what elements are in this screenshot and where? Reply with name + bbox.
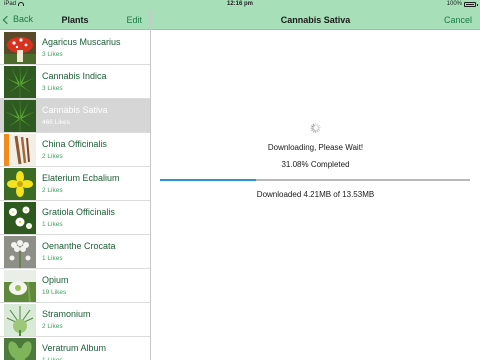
plant-list-item[interactable]: Stramonium 2 Likes [0,303,150,337]
plant-thumbnail [4,270,36,302]
plant-name: Cannabis Sativa [42,105,108,115]
plant-likes: 3 Likes [42,51,63,58]
download-progress-bar [160,179,470,181]
plant-name: Veratrum Album [42,343,107,353]
plant-name: Stramonium [42,309,91,319]
detail-title: Cannabis Sativa [280,15,351,25]
plant-list-item[interactable]: Cannabis Sativa 466 Likes [0,99,150,133]
loading-spinner-icon [310,123,321,133]
plant-thumbnail [4,32,36,64]
download-percent: 31.08% Completed [281,160,350,169]
battery-icon [464,1,478,7]
plant-list[interactable]: Agaricus Muscarius 3 Likes Cannabis Indica… [0,31,150,360]
plant-name: Agaricus Muscarius [42,37,121,47]
master-nav-bar: Back Plants Edit [0,10,150,30]
plant-name: Cannabis Indica [42,71,107,81]
plant-list-item[interactable]: Opium 19 Likes [0,269,150,303]
plant-name: Gratiola Officinalis [42,207,115,217]
plant-thumbnail [4,304,36,336]
plant-likes: 1 Likes [42,221,63,228]
plant-name: Elaterium Ecbalium [42,173,120,183]
battery-percent: 100% [446,1,462,7]
plant-thumbnail [4,236,36,268]
plant-thumbnail [4,100,36,132]
plant-likes: 2 Likes [42,323,63,330]
plant-name: Oenanthe Crocata [42,241,116,251]
plant-likes: 1 Likes [42,255,63,262]
plant-thumbnail [4,66,36,98]
plant-thumbnail [4,338,36,360]
plant-list-item[interactable]: Gratiola Officinalis 1 Likes [0,201,150,235]
plant-list-item[interactable]: Oenanthe Crocata 1 Likes [0,235,150,269]
plant-thumbnail [4,134,36,166]
plant-thumbnail [4,168,36,200]
plant-name: Opium [42,275,69,285]
clock: 12:16 pm [226,1,253,7]
plant-list-item[interactable]: Cannabis Indica 3 Likes [0,65,150,99]
plant-list-item[interactable]: China Officinalis 2 Likes [0,133,150,167]
plant-name: China Officinalis [42,139,107,149]
plant-likes: 19 Likes [42,289,67,296]
plant-likes: 2 Likes [42,187,63,194]
download-size: Downloaded 4.21MB of 13.53MB [256,190,375,199]
plant-likes: 3 Likes [42,85,63,92]
plant-thumbnail [4,202,36,234]
plant-list-item[interactable]: Elaterium Ecbalium 2 Likes [0,167,150,201]
plant-likes: 466 Likes [42,119,70,126]
detail-nav-bar: Cannabis Sativa Cancel [151,10,480,30]
plant-likes: 2 Likes [42,153,63,160]
download-panel: Downloading, Please Wait! 31.08% Complet… [151,31,480,360]
battery-status: 100% [446,1,478,7]
download-message: Downloading, Please Wait! [267,143,364,152]
plant-list-item[interactable]: Agaricus Muscarius 3 Likes [0,31,150,65]
edit-button[interactable]: Edit [126,15,142,25]
download-progress-fill [160,179,257,181]
status-bar: iPad 12:16 pm 100% [0,0,480,10]
plant-list-item[interactable]: Veratrum Album1 Likes [0,337,150,360]
cancel-button[interactable]: Cancel [444,15,472,25]
